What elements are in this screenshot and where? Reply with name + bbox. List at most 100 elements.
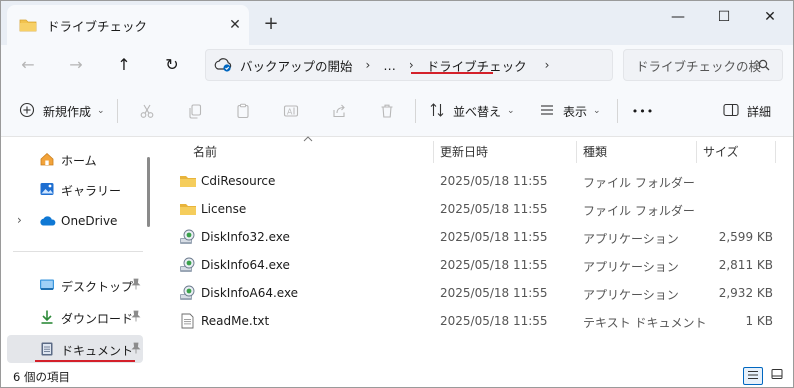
file-date: 2025/05/18 11:55 [440,286,548,300]
column-divider[interactable] [696,141,697,163]
table-row[interactable]: DiskInfo64.exe 2025/05/18 11:55 アプリケーション… [171,251,791,279]
paste-button[interactable] [227,95,259,127]
breadcrumb-separator[interactable]: › [545,58,550,72]
chevron-down-icon: ⌄ [593,106,601,116]
table-row[interactable]: DiskInfoA64.exe 2025/05/18 11:55 アプリケーショ… [171,279,791,307]
command-bar: 新規作成 ⌄ A 並べ替え ⌄ 表示 ⌄ ••• 詳細 [1,85,793,137]
new-button[interactable]: 新規作成 ⌄ [19,95,105,127]
rename-button[interactable]: A [275,95,307,127]
breadcrumb-separator[interactable]: › [366,58,371,72]
pin-icon[interactable] [131,342,141,357]
file-type: テキスト ドキュメント [583,316,707,330]
chevron-right-icon[interactable]: › [17,213,22,227]
file-type: ファイル フォルダー [583,204,695,218]
sidebar-divider [13,251,143,252]
backup-cloud-icon [214,57,232,73]
sidebar-item-desktop[interactable]: デスクトップ [1,271,151,299]
tab-title: ドライブチェック [47,18,148,34]
app-icon [179,285,197,301]
maximize-button[interactable]: ☐ [701,5,747,31]
item-count: 6 個の項目 [13,370,70,384]
column-header-size[interactable]: サイズ [703,139,739,163]
sidebar-item-downloads[interactable]: ダウンロード [1,303,151,331]
refresh-button[interactable]: ↻ [157,51,187,79]
table-row[interactable]: DiskInfo32.exe 2025/05/18 11:55 アプリケーション… [171,223,791,251]
delete-button[interactable] [371,95,403,127]
tiles-view-icon [771,369,783,379]
toolbar-divider [617,99,618,123]
column-header-type[interactable]: 種類 [583,139,607,163]
share-button[interactable] [323,95,355,127]
new-tab-button[interactable]: + [259,13,283,37]
sort-ascending-icon [303,135,313,145]
chevron-down-icon: ⌄ [507,106,515,116]
folder-icon [179,173,197,189]
search-icon [758,59,770,74]
sidebar-item-label: デスクトップ [61,280,134,294]
table-row[interactable]: CdiResource 2025/05/18 11:55 ファイル フォルダー [171,167,791,195]
tiles-view-button[interactable] [767,367,787,385]
sidebar-item-onedrive[interactable]: › OneDrive [1,207,151,235]
toolbar-divider [415,99,416,123]
more-options-button[interactable]: ••• [627,95,659,127]
sidebar-item-home[interactable]: ホーム [1,145,151,173]
sort-button[interactable]: 並べ替え ⌄ [429,95,515,127]
navigation-pane: ホーム ギャラリー › OneDrive デスクトップ ダウンロード ドキュメン… [1,137,153,365]
file-type: アプリケーション [583,288,679,302]
table-row[interactable]: License 2025/05/18 11:55 ファイル フォルダー [171,195,791,223]
breadcrumb-more[interactable]: … [383,58,396,73]
cut-button[interactable] [131,95,163,127]
new-label: 新規作成 [43,104,92,119]
details-pane-icon [723,103,739,120]
tab-drive-check[interactable]: ドライブチェック ✕ [7,5,249,45]
close-window-button[interactable]: ✕ [747,5,793,31]
table-row[interactable]: ReadMe.txt 2025/05/18 11:55 テキスト ドキュメント … [171,307,791,335]
column-header-date[interactable]: 更新日時 [440,139,488,163]
file-list: 名前 更新日時 種類 サイズ CdiResource 2025/05/18 11… [157,135,793,365]
sidebar-item-label: ダウンロード [61,312,134,326]
file-size: 2,599 KB [718,230,773,244]
search-input[interactable]: ドライブチェックの検 [623,49,783,81]
highlight-underline [411,72,493,74]
file-type: ファイル フォルダー [583,176,695,190]
sidebar-item-label: OneDrive [61,214,118,228]
column-divider[interactable] [775,141,776,163]
file-name: DiskInfo32.exe [201,230,290,244]
copy-button[interactable] [179,95,211,127]
toolbar-divider [117,99,118,123]
highlight-underline [35,360,135,362]
download-icon [39,309,55,325]
pin-icon[interactable] [131,310,141,325]
search-placeholder: ドライブチェックの検 [636,58,762,74]
details-view-button[interactable] [743,367,763,385]
folder-icon [19,18,37,32]
minimize-button[interactable]: — [655,5,701,31]
file-size: 2,932 KB [718,286,773,300]
up-button[interactable]: ↑ [109,51,139,79]
breadcrumb-separator[interactable]: › [409,58,414,72]
details-pane-button[interactable]: 詳細 [723,95,771,127]
sidebar-item-gallery[interactable]: ギャラリー [1,175,151,203]
view-label: 表示 [563,104,588,119]
column-divider[interactable] [576,141,577,163]
view-button[interactable]: 表示 ⌄ [539,95,601,127]
back-button[interactable]: ← [13,51,43,79]
sort-icon [429,102,445,121]
column-header-name[interactable]: 名前 [193,139,217,163]
pin-icon[interactable] [131,278,141,293]
trash-icon [381,104,393,118]
forward-button[interactable]: → [61,51,91,79]
file-date: 2025/05/18 11:55 [440,174,548,188]
file-type: アプリケーション [583,260,679,274]
file-date: 2025/05/18 11:55 [440,230,548,244]
file-name: DiskInfo64.exe [201,258,290,272]
breadcrumb-backup[interactable]: バックアップの開始 [240,56,353,75]
sidebar-item-label: ホーム [61,154,97,168]
address-row: ← → ↑ ↻ バックアップの開始 › … › ドライブチェック › ドライブチ… [1,45,793,85]
sidebar-item-documents[interactable]: ドキュメント [7,335,143,363]
column-divider[interactable] [433,141,434,163]
text-file-icon [179,313,197,329]
address-bar[interactable]: バックアップの開始 › … › ドライブチェック › [205,49,613,81]
sidebar-item-label: ドキュメント [61,344,134,358]
tab-close-icon[interactable]: ✕ [221,17,249,33]
